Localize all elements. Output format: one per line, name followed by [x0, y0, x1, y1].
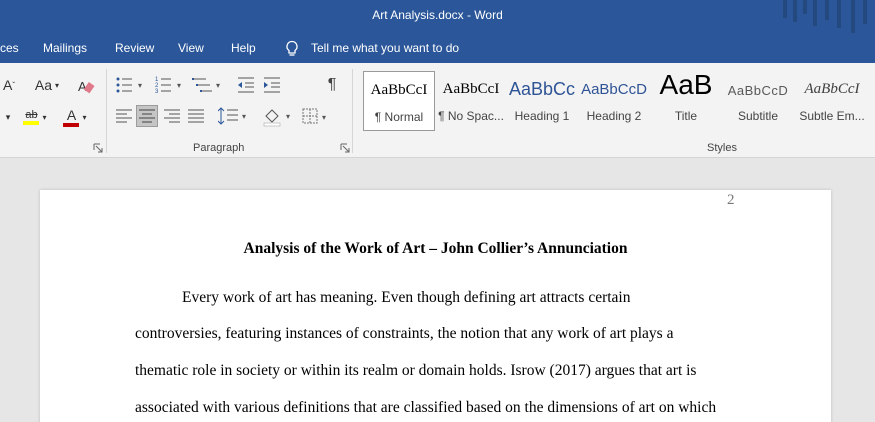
font-dialog-launcher-icon[interactable]: [93, 143, 103, 153]
clear-formatting-icon[interactable]: A: [77, 77, 95, 95]
font-color-button[interactable]: A ▾: [60, 105, 90, 129]
tab-mailings[interactable]: Mailings: [43, 41, 87, 55]
style-title[interactable]: AaB Title: [652, 71, 720, 131]
align-center-button[interactable]: [136, 105, 158, 127]
tab-view[interactable]: View: [178, 41, 204, 55]
svg-text:▾: ▾: [322, 113, 326, 122]
tab-review[interactable]: Review: [115, 41, 154, 55]
title-bar: Art Analysis.docx - Word: [0, 0, 875, 33]
decrease-indent-icon[interactable]: [236, 76, 256, 94]
svg-text:3: 3: [155, 89, 159, 94]
dropdown-arrow-icon[interactable]: ▾: [0, 107, 16, 127]
tell-me-box[interactable]: Tell me what you want to do: [285, 39, 459, 57]
styles-gallery: AaBbCcI ¶ Normal AaBbCcI ¶ No Spac... Aa…: [360, 71, 875, 131]
paragraph-line: associated with various definitions that…: [135, 399, 717, 416]
style-heading-2[interactable]: AaBbCcD Heading 2: [578, 71, 650, 131]
ribbon-separator: [106, 69, 107, 153]
ribbon-separator: [352, 69, 353, 153]
bullets-icon[interactable]: ▾: [116, 76, 146, 94]
justify-icon[interactable]: [188, 109, 204, 123]
align-right-icon[interactable]: [164, 109, 180, 123]
ribbon: Aˇ Aa ▾ A ▾ ab ▾ A ▾ ▾ 123 ▾ ▾ ¶ ▾ ▾ ▾ P…: [0, 63, 875, 158]
svg-text:▾: ▾: [177, 81, 181, 90]
svg-text:▾: ▾: [286, 112, 290, 121]
tab-references[interactable]: ces: [0, 41, 19, 55]
tab-help[interactable]: Help: [231, 41, 256, 55]
svg-text:▾: ▾: [216, 81, 220, 90]
font-color-icon: A: [66, 107, 77, 123]
ribbon-tabs: ces Mailings Review View Help Tell me wh…: [0, 33, 875, 63]
document-title: Analysis of the Work of Art – John Colli…: [243, 240, 628, 257]
line-spacing-icon[interactable]: ▾: [218, 107, 250, 125]
increase-indent-icon[interactable]: [262, 76, 282, 94]
window-title: Art Analysis.docx - Word: [372, 8, 503, 22]
svg-text:A: A: [78, 79, 87, 94]
numbering-icon[interactable]: 123 ▾: [155, 76, 185, 94]
svg-text:▾: ▾: [138, 81, 142, 90]
paragraph-line: Every work of art has meaning. Even thou…: [182, 289, 631, 306]
paragraph-group-label: Paragraph: [193, 142, 245, 154]
shading-icon[interactable]: ▾: [262, 107, 294, 127]
document-page[interactable]: 2 Analysis of the Work of Art – John Col…: [40, 190, 831, 422]
borders-icon[interactable]: ▾: [302, 108, 332, 126]
style-subtle-emphasis[interactable]: AaBbCcI Subtle Em...: [796, 71, 868, 131]
styles-group-label: Styles: [707, 142, 737, 154]
style-normal[interactable]: AaBbCcI ¶ Normal: [363, 71, 435, 131]
document-canvas: 2 Analysis of the Work of Art – John Col…: [0, 158, 875, 422]
text-highlight-button[interactable]: ab ▾: [20, 105, 50, 129]
tell-me-text: Tell me what you want to do: [311, 41, 460, 55]
paragraph-line: controversies, featuring instances of co…: [135, 325, 674, 342]
style-no-spacing[interactable]: AaBbCcI ¶ No Spac...: [436, 71, 506, 131]
align-center-icon: [139, 109, 155, 123]
title-bar-pattern: [783, 0, 867, 33]
paragraph-dialog-launcher-icon[interactable]: [340, 143, 350, 153]
shrink-font-icon[interactable]: Aˇ: [0, 75, 18, 95]
paragraph-line: thematic role in society or within its r…: [135, 362, 697, 379]
svg-text:▾: ▾: [242, 112, 246, 121]
multilevel-list-icon[interactable]: ▾: [192, 76, 224, 94]
align-left-icon[interactable]: [116, 109, 132, 123]
page-number: 2: [727, 192, 735, 208]
lightbulb-icon: [286, 40, 298, 56]
change-case-button[interactable]: Aa ▾: [30, 75, 64, 95]
style-heading-1[interactable]: AaBbCc Heading 1: [508, 71, 576, 131]
show-formatting-marks-icon[interactable]: ¶: [322, 75, 342, 95]
style-subtitle[interactable]: AaBbCcD Subtitle: [722, 71, 794, 131]
highlight-icon: ab: [25, 109, 38, 121]
